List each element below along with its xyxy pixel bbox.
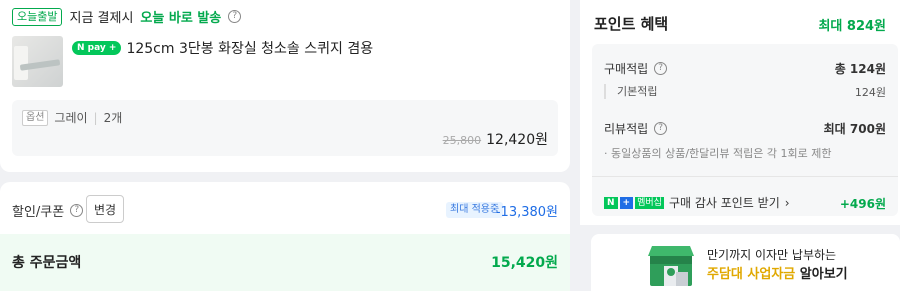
product-title[interactable]: 125cm 3단봉 화장실 청소솔 스퀴지 겸용: [126, 38, 373, 58]
banner-highlight: 주담대 사업자금: [707, 267, 796, 282]
coupon-label-row: 할인/쿠폰 ?: [12, 201, 84, 220]
review-points-row: 리뷰적립 ?: [604, 120, 668, 137]
review-points-note: · 동일상품의 상품/한달리뷰 적립은 각 1회로 제한: [604, 147, 832, 160]
max-applied-badge: 최대 적용중: [446, 202, 504, 218]
purchase-points-value: 총 124원: [834, 62, 886, 76]
banner-line2-rest: 알아보기: [795, 267, 848, 282]
review-points-value: 최대 700원: [823, 122, 886, 136]
option-box: 옵션 그레이 | 2개 25,800 12,420원: [12, 100, 558, 156]
product-title-row[interactable]: N pay + 125cm 3단봉 화장실 청소솔 스퀴지 겸용: [72, 38, 373, 58]
original-price: 25,800: [442, 134, 482, 147]
chevron-right-icon: ›: [784, 195, 790, 210]
shipping-highlight: 오늘 바로 발송: [140, 11, 222, 26]
points-max: 최대 824원: [818, 19, 886, 34]
total-box: 총 주문금액 15,420원: [0, 234, 570, 291]
question-icon[interactable]: ?: [70, 204, 84, 217]
purchase-points-row: 구매적립 ?: [604, 60, 668, 77]
review-points-label: 리뷰적립: [604, 122, 649, 136]
membership-badge-icon: N + 멤버십: [604, 196, 664, 209]
shipping-info: 오늘출발 지금 결제시 오늘 바로 발송 ?: [12, 7, 242, 26]
total-amount: 15,420원: [491, 255, 558, 271]
thank-you-points-label: 구매 감사 포인트 받기: [668, 196, 780, 210]
banner-line1: 만기까지 이자만 납부하는: [707, 248, 837, 262]
option-separator: |: [93, 110, 98, 125]
points-title: 포인트 혜택: [594, 15, 669, 33]
change-coupon-button[interactable]: 변경: [86, 195, 124, 223]
question-icon[interactable]: ?: [654, 62, 668, 75]
option-tag: 옵션: [22, 109, 49, 126]
product-thumbnail[interactable]: [12, 36, 63, 87]
option-quantity: 2개: [103, 111, 123, 125]
question-icon[interactable]: ?: [654, 122, 668, 135]
npay-plus-icon: N pay +: [72, 41, 122, 55]
checkout-page: 오늘출발 지금 결제시 오늘 바로 발송 ? N pay + 125cm 3단봉…: [0, 0, 900, 291]
total-label: 총 주문금액: [12, 255, 82, 271]
discount-card: 할인/쿠폰 ? 변경 최대 적용중 -13,380원 총 주문금액 15,420…: [0, 182, 570, 291]
option-value: 그레이: [54, 111, 88, 125]
option-line: 옵션 그레이 | 2개: [22, 109, 122, 126]
thank-you-points-value: +496원: [839, 197, 886, 211]
coupon-label: 할인/쿠폰: [12, 205, 65, 220]
shipping-prefix: 지금 결제시: [69, 11, 134, 26]
sale-price: 12,420원: [486, 132, 548, 148]
price-line: 25,800 12,420원: [443, 129, 548, 149]
divider: [592, 176, 898, 177]
points-detail-box: 구매적립 ? 총 124원 기본적립 124원 리뷰적립 ? 최대 700원 ·…: [592, 44, 898, 216]
thank-you-points-link[interactable]: N + 멤버십 구매 감사 포인트 받기 ›: [604, 194, 790, 211]
question-icon[interactable]: ?: [228, 10, 242, 23]
coupon-amount: -13,380원: [495, 205, 558, 220]
points-card: 포인트 혜택 최대 824원 구매적립 ? 총 124원 기본적립 124원 리…: [580, 0, 900, 225]
box-icon: [648, 246, 694, 286]
purchase-points-label: 구매적립: [604, 62, 649, 76]
basic-points-value: 124원: [854, 86, 886, 99]
loan-ad-banner[interactable]: 만기까지 이자만 납부하는 주담대 사업자금 알아보기: [591, 234, 900, 291]
banner-line2: 주담대 사업자금 알아보기: [707, 263, 848, 282]
basic-points-label: 기본적립: [604, 84, 657, 99]
today-shipping-badge: 오늘출발: [12, 7, 63, 26]
product-card: 오늘출발 지금 결제시 오늘 바로 발송 ? N pay + 125cm 3단봉…: [0, 0, 570, 172]
